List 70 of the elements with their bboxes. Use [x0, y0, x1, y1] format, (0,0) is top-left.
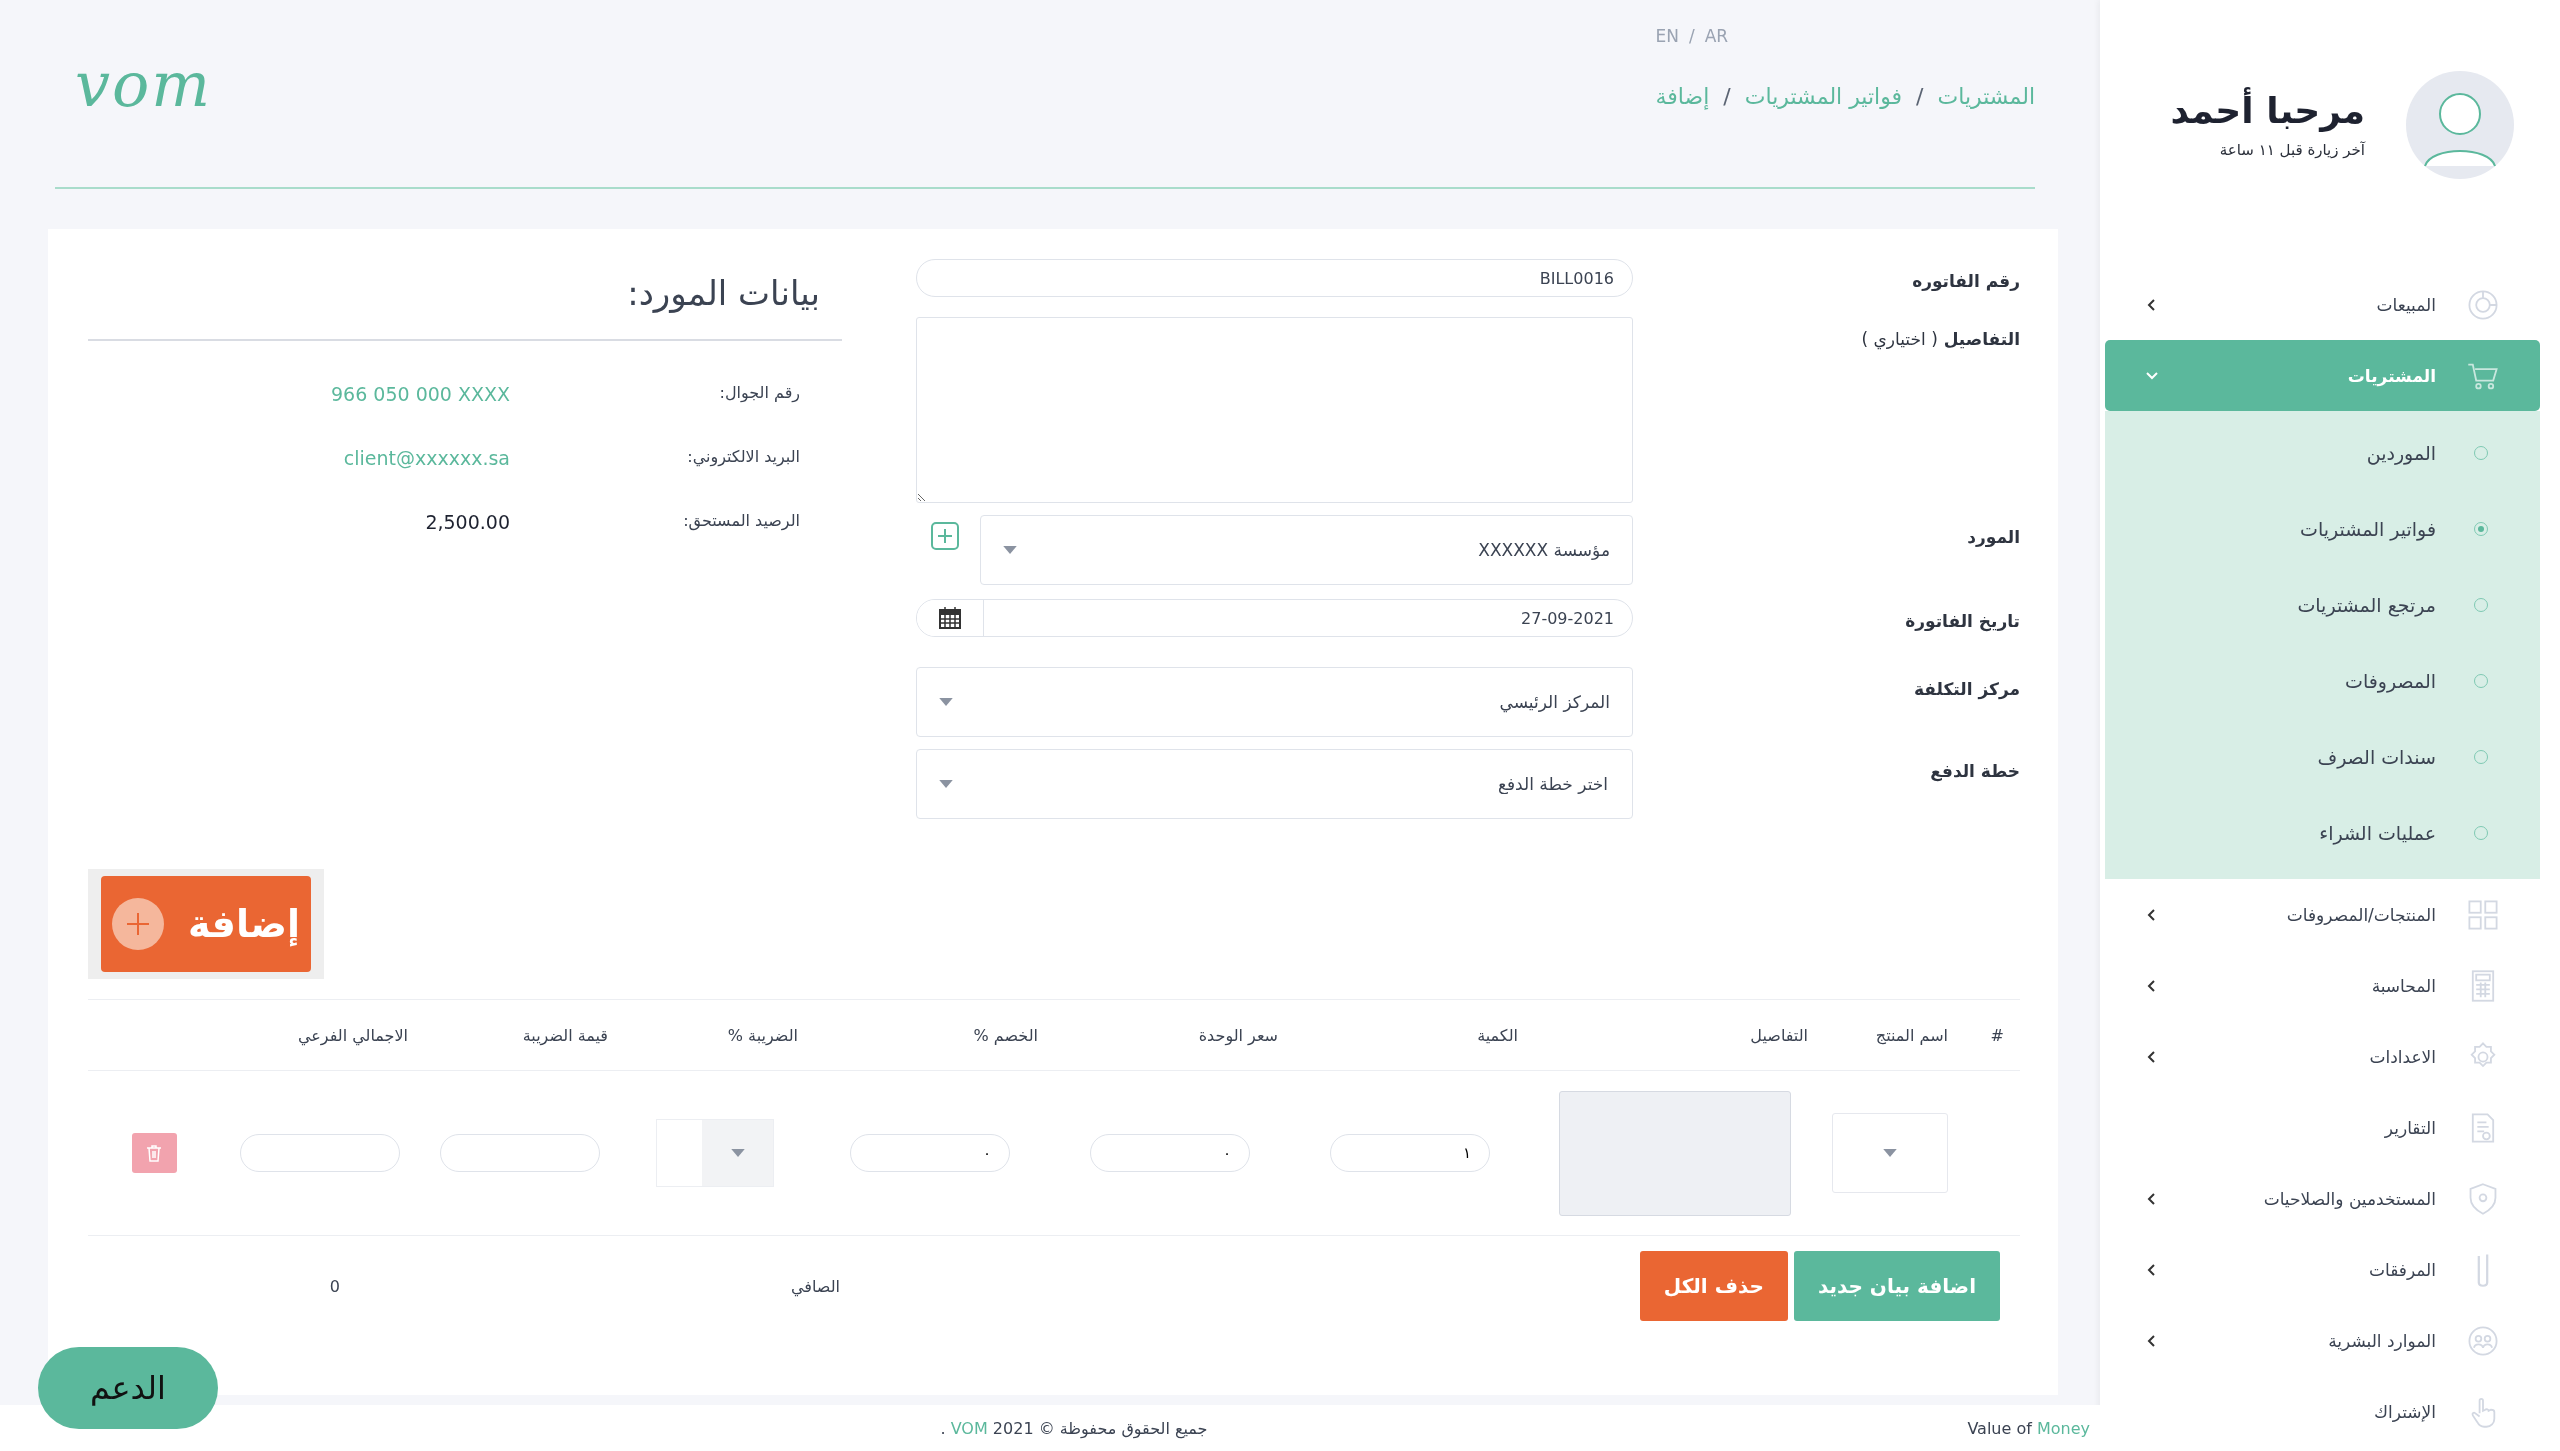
sidebar-item[interactable]: المستخدمين والصلاحيات	[2105, 1163, 2540, 1234]
caret-icon	[939, 697, 953, 707]
column-header: التفاصيل	[1749, 1025, 1809, 1045]
sidebar-item[interactable]: الموارد البشرية	[2105, 1305, 2540, 1376]
column-header: الكمية	[1476, 1025, 1519, 1045]
sidebar-item[interactable]: التقارير	[2105, 1092, 2540, 1163]
logo: vom	[75, 54, 213, 116]
breadcrumb-separator: /	[1723, 84, 1731, 109]
info-label: البريد الالكتروني:	[686, 447, 800, 469]
dropdown-select[interactable]: اختر خطة الدفع	[916, 749, 1633, 819]
info-label: الرصيد المستحق:	[682, 511, 800, 533]
submenu-item[interactable]: الموردين	[2105, 415, 2540, 491]
tagline: Value of Money	[1967, 1418, 2090, 1438]
sidebar-item[interactable]: المحاسبة	[2105, 950, 2540, 1021]
grid-icon	[2466, 897, 2500, 932]
discount-field[interactable]: ٠	[850, 1134, 1010, 1172]
dropdown-select[interactable]: المركز الرئيسي	[916, 667, 1633, 737]
support-button[interactable]: الدعم	[38, 1347, 218, 1429]
caret-icon	[1883, 1148, 1897, 1158]
column-header: #	[1989, 1025, 2005, 1045]
unit-price-field[interactable]: ٠	[1090, 1134, 1250, 1172]
caret-icon	[1003, 545, 1017, 555]
field-label: المورد	[1966, 526, 2020, 547]
column-header: قيمة الضريبة	[521, 1025, 609, 1045]
submenu-item[interactable]: المصروفات	[2105, 643, 2540, 719]
separator: /	[1688, 26, 1695, 46]
plus-circle-icon	[112, 898, 165, 950]
product-select[interactable]	[1832, 1113, 1948, 1193]
caret-icon	[730, 1148, 745, 1158]
details-input[interactable]	[1559, 1090, 1791, 1216]
field-label: مركز التكلفة	[1913, 678, 2020, 699]
invoice-number-field[interactable]: BILL0016	[916, 259, 1633, 297]
submenu-item[interactable]: عمليات الشراء	[2105, 795, 2540, 871]
payment-plan-input[interactable]: اختر خطة الدفع	[1306, 773, 1610, 795]
column-header: اسم المنتج	[1874, 1025, 1949, 1045]
details-textarea[interactable]	[916, 317, 1633, 503]
last-visit-text: آخر زيارة قبل ١١ ساعة	[2218, 141, 2365, 159]
submenu-item[interactable]: فواتير المشتريات	[2105, 491, 2540, 567]
total-value: 0	[329, 1276, 340, 1296]
field-label: رقم الفاتوره	[1911, 270, 2020, 291]
sidebar-item[interactable]: المبيعات	[2105, 269, 2540, 340]
field-label: تاريخ الفاتورة	[1904, 610, 2020, 631]
info-value: 2,500.00	[425, 511, 510, 533]
quantity-field[interactable]: ١	[1330, 1134, 1490, 1172]
field-label: خطة الدفع	[1929, 760, 2020, 781]
subtotal-field[interactable]	[240, 1134, 400, 1172]
supplier-select[interactable]: مؤسسة XXXXXX	[980, 515, 1633, 585]
add-square-icon[interactable]	[930, 521, 960, 551]
submenu-item[interactable]: مرتجع المشتريات	[2105, 567, 2540, 643]
column-header: الاجمالي الفرعي	[297, 1025, 409, 1045]
trash-icon	[144, 1143, 164, 1163]
total-label: الصافي	[789, 1276, 840, 1296]
column-header: الضريبة %	[726, 1025, 799, 1045]
sidebar-item[interactable]: المرفقات	[2105, 1234, 2540, 1305]
field-label: التفاصيل ( اختياري )	[1860, 328, 2020, 349]
submenu-item[interactable]: سندات الصرف	[2105, 719, 2540, 795]
column-header: سعر الوحدة	[1197, 1025, 1279, 1045]
caret-icon	[939, 779, 953, 789]
sidebar-item[interactable]: المنتجات/المصروفات	[2105, 879, 2540, 950]
column-header: الخصم %	[972, 1025, 1039, 1045]
breadcrumb-separator: /	[1916, 84, 1924, 109]
tax-select[interactable]	[656, 1119, 774, 1187]
sidebar-item[interactable]: الإشتراك	[2105, 1376, 2540, 1447]
supplier-title: بيانات المورد:	[88, 259, 842, 341]
info-label: رقم الجوال:	[718, 383, 800, 405]
delete-button[interactable]	[131, 1133, 177, 1173]
sidebar-item[interactable]: الاعدادات	[2105, 1021, 2540, 1092]
calendar-icon[interactable]	[937, 605, 963, 631]
tax-value-field[interactable]	[440, 1134, 600, 1172]
paperclip-icon	[2476, 1252, 2490, 1287]
